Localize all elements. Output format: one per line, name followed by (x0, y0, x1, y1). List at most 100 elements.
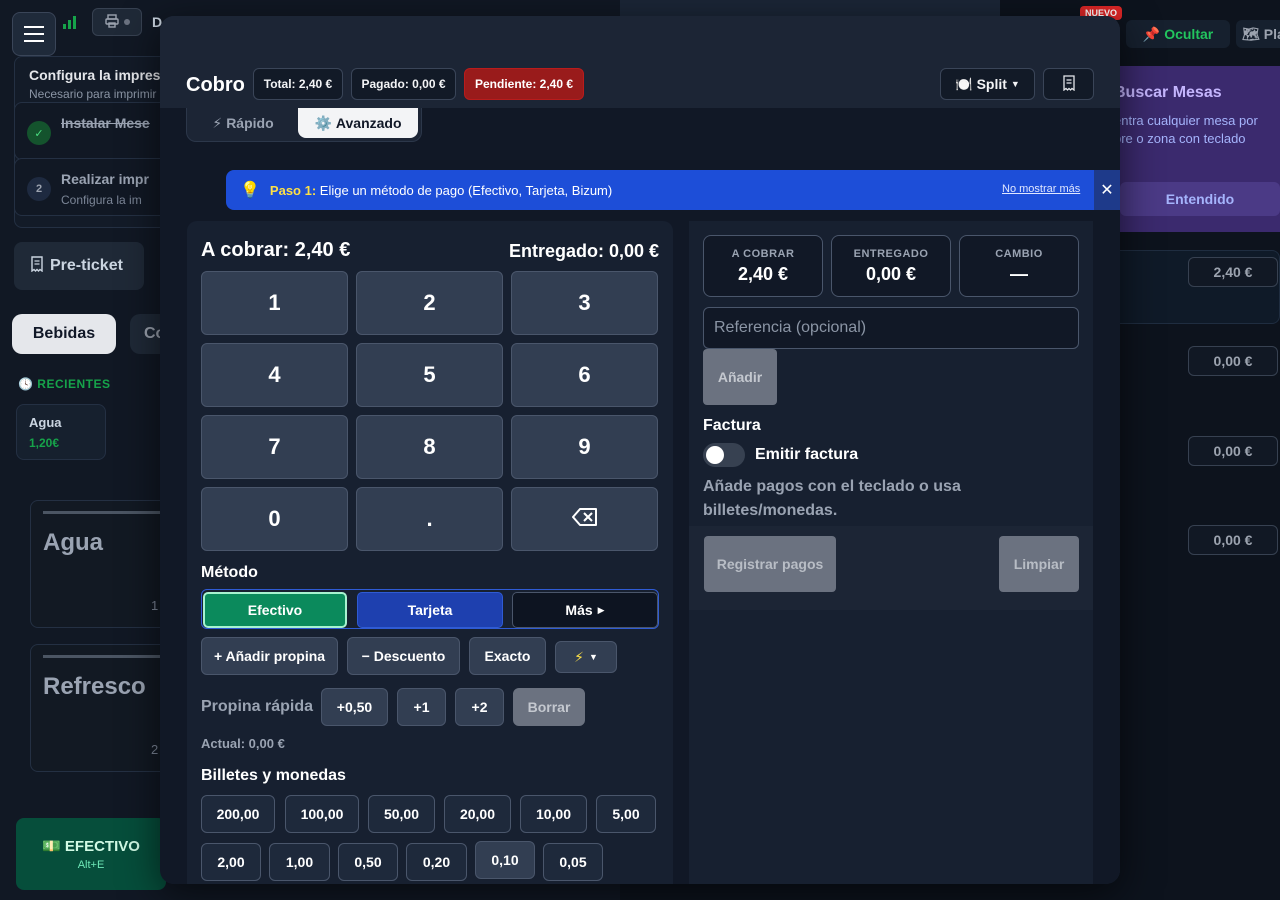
recent-product-card[interactable]: Agua 1,20€ (16, 404, 106, 460)
amount-field[interactable]: 0,00 € (1188, 346, 1278, 376)
hamburger-menu-button[interactable] (12, 12, 56, 56)
plan-label: Pla (1263, 26, 1280, 42)
method-more-label: Más (565, 602, 593, 618)
receipt-button[interactable] (1043, 68, 1094, 100)
method-efectivo-button[interactable]: Efectivo (203, 592, 347, 628)
config-step-2[interactable]: 2 Realizar impr Configura la im (14, 158, 174, 216)
key-5[interactable]: 5 (356, 343, 503, 407)
discount-button[interactable]: − Descuento (347, 637, 460, 675)
quick-tip-2-button[interactable]: +2 (455, 688, 504, 726)
map-icon: 🗺 (1242, 25, 1260, 42)
category-tab-bebidas[interactable]: Bebidas (12, 314, 116, 354)
key-4[interactable]: 4 (201, 343, 348, 407)
method-more-button[interactable]: Más ▶ (512, 592, 658, 628)
key-9[interactable]: 9 (511, 415, 658, 479)
key-0[interactable]: 0 (201, 487, 348, 551)
quick-actions-dropdown[interactable]: ⚡ ▼ (555, 641, 617, 673)
amount-to-charge: A cobrar: 2,40 € (201, 239, 351, 261)
add-reference-button[interactable]: Añadir (703, 349, 777, 405)
key-8[interactable]: 8 (356, 415, 503, 479)
dont-show-again-link[interactable]: No mostrar más (1002, 183, 1080, 195)
recent-section-title: 🕓 RECIENTES (18, 377, 110, 391)
search-tip-ok-button[interactable]: Entendido (1120, 182, 1280, 216)
denomination-50-button[interactable]: 50,00 (368, 795, 435, 833)
modal-body: ⚡ Rápido ⚙️ Avanzado 💡 Paso 1: Elige un … (160, 108, 1120, 884)
hide-label: Ocultar (1164, 26, 1214, 42)
check-icon: ✓ (27, 121, 51, 145)
key-6[interactable]: 6 (511, 343, 658, 407)
plan-button[interactable]: 🗺 Pla (1236, 20, 1280, 48)
denomination-10-button[interactable]: 10,00 (520, 795, 587, 833)
search-tip-desc-2: bre o zona con teclado (1114, 131, 1246, 146)
tab-avanzado-label: Avanzado (335, 115, 402, 131)
denomination-050-button[interactable]: 0,50 (338, 843, 398, 881)
denomination-010-button[interactable]: 0,10 (475, 841, 535, 879)
toggle-knob (706, 446, 724, 464)
amount-field[interactable]: 2,40 € (1188, 257, 1278, 287)
backspace-icon (571, 506, 598, 532)
close-icon[interactable]: ✕ (1094, 170, 1120, 210)
stat-delivered: ENTREGADO 0,00 € (831, 235, 951, 297)
exact-button[interactable]: Exacto (469, 637, 546, 675)
denomination-20-button[interactable]: 20,00 (444, 795, 511, 833)
register-payments-button[interactable]: Registrar pagos (704, 536, 836, 592)
tab-rapido-label: Rápido (226, 115, 274, 131)
preticket-button[interactable]: Pre-ticket (14, 242, 144, 290)
denomination-100-button[interactable]: 100,00 (285, 795, 359, 833)
denomination-020-button[interactable]: 0,20 (406, 843, 467, 881)
denomination-005-button[interactable]: 0,05 (543, 843, 603, 881)
quick-tip-050-button[interactable]: +0,50 (321, 688, 388, 726)
product-card-name: Agua (43, 529, 103, 556)
recent-label: RECIENTES (37, 377, 111, 391)
total-badge: Total: 2,40 € (253, 68, 343, 100)
payment-method-group: Efectivo Tarjeta Más ▶ (201, 589, 659, 629)
chevron-down-icon: ▼ (1010, 79, 1020, 89)
config-subtitle: Necesario para imprimir (29, 87, 157, 101)
denomination-5-button[interactable]: 5,00 (596, 795, 656, 833)
preticket-label: Pre-ticket (50, 257, 123, 274)
add-tip-button[interactable]: + Añadir propina (201, 637, 338, 675)
denomination-1-button[interactable]: 1,00 (269, 843, 330, 881)
product-card-name: Refresco (43, 673, 146, 700)
hide-button[interactable]: 📌 Ocultar (1126, 20, 1230, 48)
stat-change-value: — (1010, 263, 1028, 284)
denomination-200-button[interactable]: 200,00 (201, 795, 275, 833)
payments-hint: Añade pagos con el teclado o usa billete… (703, 478, 961, 519)
payments-list-area (689, 610, 1093, 884)
config-step-1[interactable]: ✓ Instalar Mese (14, 102, 174, 160)
efectivo-shortcut-button[interactable]: 💵 EFECTIVO Alt+E (16, 818, 166, 890)
key-backspace[interactable] (511, 487, 658, 551)
key-2[interactable]: 2 (356, 271, 503, 335)
denomination-2-button[interactable]: 2,00 (201, 843, 261, 881)
step-1-text: Instalar Mese (61, 115, 150, 131)
key-3[interactable]: 3 (511, 271, 658, 335)
stat-delivered-label: ENTREGADO (853, 247, 929, 260)
config-title: Configura la impresi (29, 67, 165, 83)
tab-rapido[interactable]: ⚡ Rápido (195, 108, 291, 138)
printer-status-button[interactable] (92, 8, 142, 36)
amount-field[interactable]: 0,00 € (1188, 525, 1278, 555)
reference-input[interactable] (703, 307, 1079, 349)
issue-invoice-label: Emitir factura (755, 446, 859, 463)
method-tarjeta-button[interactable]: Tarjeta (357, 592, 503, 628)
split-dropdown-button[interactable]: 🍽️ Split ▼ (940, 68, 1035, 100)
quick-tip-clear-button[interactable]: Borrar (513, 688, 585, 726)
tab-avanzado[interactable]: ⚙️ Avanzado (298, 108, 418, 138)
key-decimal[interactable]: . (356, 487, 503, 551)
clear-button[interactable]: Limpiar (999, 536, 1079, 592)
invoice-toggle[interactable] (703, 443, 745, 467)
stat-delivered-value: 0,00 € (865, 263, 917, 284)
lightbulb-icon: 💡 (240, 182, 260, 199)
stat-change: CAMBIO — (959, 235, 1079, 297)
key-7[interactable]: 7 (201, 415, 348, 479)
plate-icon: 🍽️ (955, 75, 973, 92)
key-1[interactable]: 1 (201, 271, 348, 335)
chevron-down-icon: ▼ (588, 652, 598, 662)
split-label: Split (976, 76, 1007, 92)
amount-field[interactable]: 0,00 € (1188, 436, 1278, 466)
product-card[interactable]: Refresco 2 (30, 644, 170, 772)
efectivo-label: 💵 EFECTIVO (42, 838, 140, 855)
product-card[interactable]: Agua 1 (30, 500, 170, 628)
stat-to-charge-label: A COBRAR (731, 247, 795, 260)
quick-tip-1-button[interactable]: +1 (397, 688, 446, 726)
